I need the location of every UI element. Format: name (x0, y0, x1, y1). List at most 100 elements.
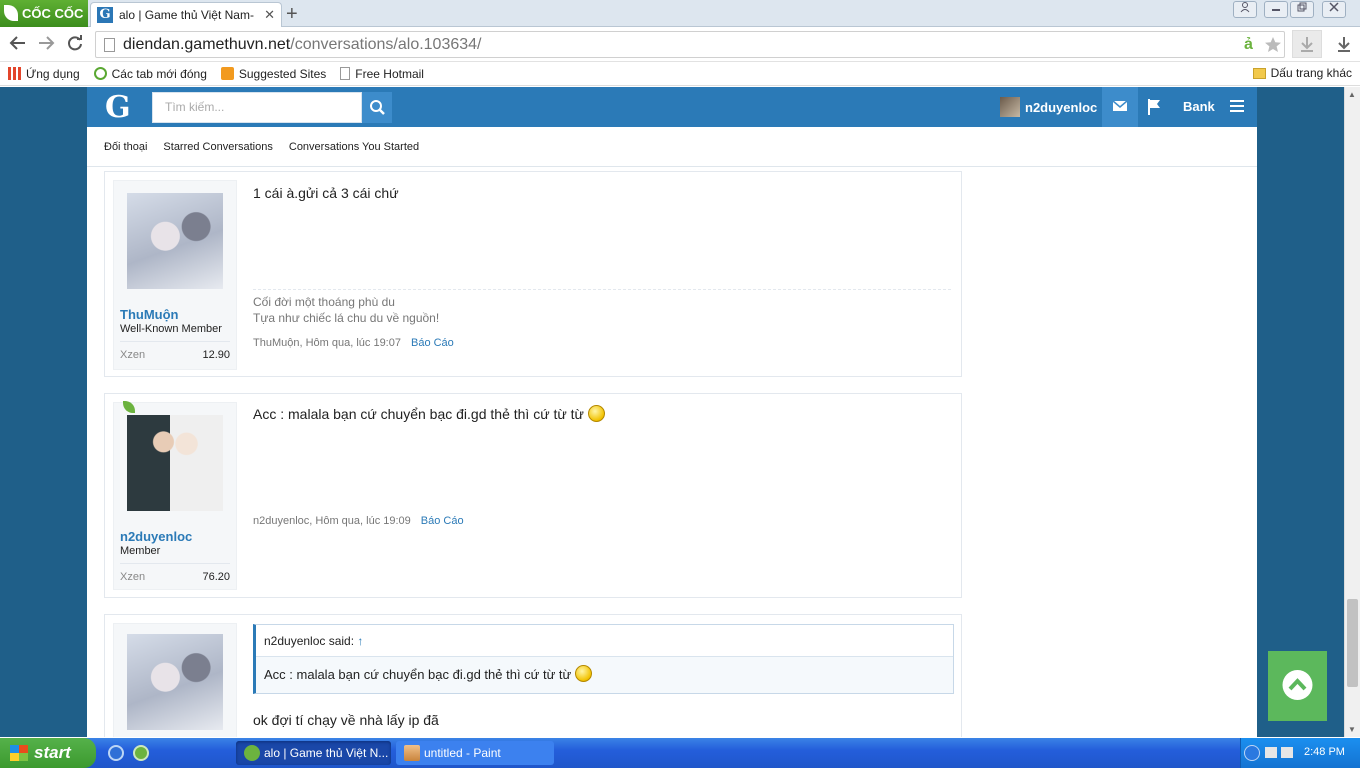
bookmark-label: Free Hotmail (355, 66, 424, 81)
folder-icon (1252, 67, 1266, 79)
scroll-thumb[interactable] (1347, 599, 1358, 687)
back-to-top-button[interactable] (1268, 651, 1327, 721)
signature: Cối đời một thoáng phù du Tựa như chiếc … (253, 294, 439, 326)
quote-block: n2duyenloc said: ↑ Acc : malala bạn cứ c… (253, 624, 954, 694)
downloads-icon[interactable] (1336, 36, 1352, 57)
quote-author: n2duyenloc said: (264, 634, 355, 648)
site-favicon-icon: G (97, 7, 113, 23)
site-logo[interactable]: G (105, 90, 131, 125)
subnav-conversations[interactable]: Đối thoại (104, 141, 147, 153)
tray-expand-icon[interactable] (1244, 745, 1260, 761)
other-bookmarks[interactable]: Dấu trang khác (1252, 66, 1352, 80)
translate-icon[interactable]: ả (1244, 36, 1253, 54)
quote-body: Acc : malala bạn cứ chuyển bạc đi.gd thẻ… (256, 657, 953, 693)
page-viewport: G Tìm kiếm... n2duyenloc Bank Đối thoại … (0, 87, 1344, 737)
message-user-info (113, 623, 237, 737)
tab-close-icon[interactable]: ✕ (264, 7, 275, 23)
xzen-label: Xzen (120, 349, 146, 361)
task-label: untitled - Paint (424, 746, 501, 760)
message-user-info: n2duyenloc Member Xzen 76.20 (113, 401, 237, 590)
username-link[interactable]: n2duyenloc (120, 529, 192, 544)
star-icon[interactable] (1264, 36, 1282, 58)
site-header: G Tìm kiếm... n2duyenloc Bank (87, 87, 1257, 127)
bookmark-apps[interactable]: Ứng dụng (8, 67, 80, 81)
subnav-started[interactable]: Conversations You Started (289, 141, 419, 153)
url-host: diendan.gamethuvn.net (123, 35, 291, 53)
smiley-icon (587, 405, 605, 422)
bookmarks-bar: Ứng dụng Các tab mới đóng Suggested Site… (0, 62, 1360, 86)
profile-icon[interactable] (1233, 1, 1257, 18)
url-text[interactable]: diendan.gamethuvn.net/conversations/alo.… (123, 36, 482, 54)
search-input[interactable]: Tìm kiếm... (152, 92, 362, 123)
xzen-value: 12.90 (202, 349, 230, 361)
message-text: Acc : malala bạn cứ chuyển bạc đi.gd thẻ… (253, 405, 605, 422)
message-text-content: Acc : malala bạn cứ chuyển bạc đi.gd thẻ… (253, 406, 584, 422)
restore-icon[interactable] (1290, 1, 1314, 18)
start-label: start (34, 743, 71, 762)
report-link[interactable]: Báo Cáo (421, 515, 464, 527)
bank-link[interactable]: Bank (1183, 99, 1215, 114)
coccoc-brand: CỐC CỐC (22, 6, 84, 21)
message-author-date[interactable]: ThuMuộn, Hôm qua, lúc 19:07 (253, 337, 401, 349)
coccoc-quicklaunch-icon[interactable] (133, 745, 149, 761)
site-container: G Tìm kiếm... n2duyenloc Bank Đối thoại … (87, 87, 1257, 737)
message-post: ThuMuộn Well-Known Member Xzen 12.90 1 c… (104, 171, 962, 377)
apps-grid-icon (8, 67, 21, 80)
signature-line: Tựa như chiếc lá chu du về nguồn! (253, 311, 440, 325)
page-scrollbar[interactable]: ▲ ▼ (1344, 87, 1360, 737)
reload-icon[interactable] (66, 34, 84, 57)
user-account-link[interactable]: n2duyenloc (1000, 87, 1097, 127)
minimize-icon[interactable] (1264, 1, 1288, 18)
avatar (1000, 97, 1020, 117)
url-path: /conversations/alo.103634/ (290, 35, 482, 53)
inbox-button[interactable] (1102, 87, 1138, 127)
bookmark-free-hotmail[interactable]: Free Hotmail (340, 67, 424, 81)
paint-icon (404, 745, 420, 761)
taskbar-item-browser[interactable]: alo | Game thủ Việt N... (236, 741, 391, 765)
new-tab-button[interactable]: + (286, 3, 298, 26)
back-icon[interactable] (9, 34, 27, 57)
xzen-stat: Xzen 76.20 (120, 563, 230, 583)
bookmark-suggested-sites[interactable]: Suggested Sites (220, 67, 326, 81)
magnifier-icon (370, 100, 385, 115)
task-label: alo | Game thủ Việt N... (264, 746, 389, 760)
subnav-starred[interactable]: Starred Conversations (163, 141, 272, 153)
bookmark-recent-tabs[interactable]: Các tab mới đóng (93, 67, 207, 81)
close-window-icon[interactable] (1322, 1, 1346, 18)
coccoc-logo[interactable]: CỐC CỐC (0, 0, 88, 27)
search-button[interactable] (362, 92, 392, 123)
suggested-sites-icon (220, 67, 234, 80)
message-author-date[interactable]: n2duyenloc, Hôm qua, lúc 19:09 (253, 515, 411, 527)
message-meta: ThuMuộn, Hôm qua, lúc 19:07 Báo Cáo (253, 337, 454, 349)
start-button[interactable]: start (0, 738, 96, 768)
signature-line: Cối đời một thoáng phù du (253, 295, 395, 309)
volume-icon[interactable] (1281, 747, 1293, 758)
recent-tabs-icon (93, 67, 107, 80)
download-saver-icon[interactable] (1292, 30, 1322, 58)
quote-jump-icon[interactable]: ↑ (357, 634, 363, 648)
flag-icon[interactable] (1145, 97, 1165, 117)
other-bookmarks-label: Dấu trang khác (1270, 66, 1352, 80)
scroll-up-icon[interactable]: ▲ (1348, 90, 1356, 99)
xzen-label: Xzen (120, 571, 146, 583)
network-icon[interactable] (1265, 747, 1277, 758)
windows-taskbar: start alo | Game thủ Việt N... untitled … (0, 738, 1360, 768)
report-link[interactable]: Báo Cáo (411, 337, 454, 349)
scroll-down-icon[interactable]: ▼ (1348, 725, 1356, 734)
forward-icon[interactable] (37, 34, 55, 57)
hamburger-icon[interactable] (1230, 99, 1244, 113)
address-bar[interactable]: diendan.gamethuvn.net/conversations/alo.… (95, 31, 1285, 58)
username-link[interactable]: ThuMuộn (120, 307, 178, 322)
ie-quicklaunch-icon[interactable] (108, 745, 124, 761)
conversation-subnav: Đối thoại Starred Conversations Conversa… (87, 127, 1257, 167)
windows-flag-icon (10, 745, 28, 761)
avatar[interactable] (127, 634, 223, 730)
message-text: ok đợi tí chạy về nhà lấy ip đã (253, 712, 439, 728)
taskbar-item-paint[interactable]: untitled - Paint (396, 741, 554, 765)
user-title: Member (120, 545, 161, 557)
avatar[interactable] (127, 415, 223, 511)
coccoc-icon (244, 745, 260, 761)
avatar[interactable] (127, 193, 223, 289)
message-post: n2duyenloc Member Xzen 76.20 Acc : malal… (104, 393, 962, 598)
browser-tab-active[interactable]: G alo | Game thủ Việt Nam- MU ✕ (90, 2, 282, 27)
